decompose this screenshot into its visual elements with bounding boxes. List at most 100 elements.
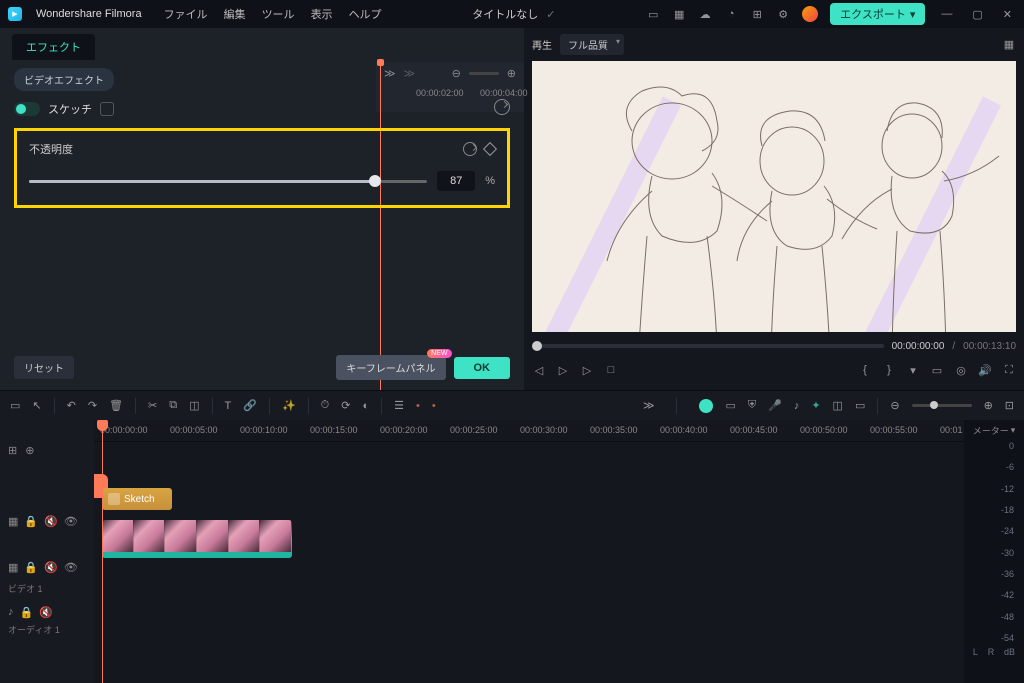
meter-label: メーター: [973, 424, 1009, 437]
cut-icon[interactable]: ✂: [148, 399, 157, 412]
saved-icon: ✓: [546, 8, 555, 21]
window-close[interactable]: ✕: [999, 8, 1016, 21]
export-button[interactable]: エクスポート▾: [830, 3, 925, 25]
quality-dropdown[interactable]: フル品質: [560, 34, 624, 55]
prev-frame-icon[interactable]: ◁: [532, 363, 546, 377]
effect-toggle[interactable]: [14, 102, 40, 116]
play-icon[interactable]: ▷: [556, 363, 570, 377]
menu-tools[interactable]: ツール: [262, 6, 295, 22]
undo-icon[interactable]: ↶: [67, 399, 76, 412]
fx-track-head[interactable]: ▦🔒🔇👁: [0, 498, 94, 544]
window-minimize[interactable]: —: [937, 8, 956, 20]
pointer-icon[interactable]: ↖: [32, 399, 41, 412]
project-title: タイトルなし: [472, 6, 538, 22]
opacity-highlight: 不透明度 87 %: [14, 128, 510, 208]
redo-icon[interactable]: ↷: [88, 399, 97, 412]
track-view2-icon[interactable]: ⊕: [25, 444, 34, 458]
keyframe-diamond-icon[interactable]: [483, 142, 497, 156]
dot1-icon[interactable]: •: [416, 400, 420, 412]
mic-icon[interactable]: 🎤: [768, 399, 782, 412]
audio-waveform[interactable]: [102, 552, 292, 558]
headphone-icon[interactable]: ◔: [724, 7, 738, 21]
effect-clip[interactable]: Sketch: [102, 488, 172, 510]
delete-icon[interactable]: 🗑: [109, 399, 123, 412]
zoom-slider[interactable]: [912, 404, 972, 407]
image-icon[interactable]: ▦: [672, 7, 686, 21]
snapshot2-icon[interactable]: ◎: [954, 363, 968, 377]
mini-ruler-t1: 00:00:02:00: [416, 88, 464, 98]
monitor2-icon[interactable]: ▭: [855, 399, 865, 412]
reset-button[interactable]: リセット: [14, 356, 74, 379]
total-time: 00:00:13:10: [963, 341, 1016, 352]
next-frame-icon[interactable]: ▷: [580, 363, 594, 377]
adjust-icon[interactable]: ☰: [394, 399, 404, 412]
menu-edit[interactable]: 編集: [224, 6, 246, 22]
current-time: 00:00:00:00: [892, 341, 945, 352]
opacity-reset-icon[interactable]: [463, 142, 477, 156]
keyframe-panel-button[interactable]: キーフレームパネル NEW: [336, 355, 445, 380]
video-clip[interactable]: [102, 520, 292, 554]
monitor-icon[interactable]: ▭: [646, 7, 660, 21]
zoom-in-icon[interactable]: ⊕: [984, 399, 993, 412]
speed-icon[interactable]: ⟳: [341, 399, 350, 412]
mini-zoom-in-icon[interactable]: ⊕: [507, 67, 516, 80]
opacity-slider[interactable]: [29, 180, 427, 183]
app-name: Wondershare Filmora: [36, 8, 142, 20]
snapshot-icon[interactable]: ▦: [1002, 38, 1016, 52]
timer-icon[interactable]: ⏱: [321, 399, 330, 412]
expand2-icon[interactable]: ≫: [643, 399, 655, 412]
avatar[interactable]: [802, 6, 818, 22]
chip-video-effects[interactable]: ビデオエフェクト: [14, 68, 114, 91]
shield-icon[interactable]: ⛨: [748, 399, 756, 412]
menu-view[interactable]: 表示: [311, 6, 333, 22]
stop-icon[interactable]: □: [604, 363, 618, 377]
cloud-icon[interactable]: ☁: [698, 7, 712, 21]
tab-effects[interactable]: エフェクト: [12, 34, 95, 60]
timeline-ruler[interactable]: 00:00:00:00 00:00:05:00 00:00:10:00 00:0…: [94, 420, 964, 442]
film-icon[interactable]: ▭: [725, 399, 735, 412]
timeline-tracks[interactable]: 00:00:00:00 00:00:05:00 00:00:10:00 00:0…: [94, 420, 964, 683]
ok-button[interactable]: OK: [454, 357, 511, 379]
apps-icon[interactable]: ⊞: [750, 7, 764, 21]
play-label: 再生: [532, 37, 552, 52]
zoom-fit-icon[interactable]: ⊡: [1005, 399, 1014, 412]
preview-sketch: [532, 61, 1016, 332]
text-icon[interactable]: T: [225, 400, 232, 412]
mark-out-icon[interactable]: }: [882, 363, 896, 377]
effect-name: スケッチ: [48, 101, 92, 117]
playhead[interactable]: [102, 420, 103, 683]
color-icon[interactable]: ◐: [362, 400, 369, 412]
audio-icon[interactable]: ♪: [794, 400, 800, 412]
window-maximize[interactable]: ▢: [968, 8, 986, 21]
opacity-value[interactable]: 87: [437, 171, 475, 191]
opacity-unit: %: [485, 175, 495, 187]
effect-preset-icon[interactable]: [100, 102, 114, 116]
crop-icon[interactable]: ⧉: [169, 399, 177, 412]
effect-reset-icon[interactable]: [494, 99, 510, 115]
menu-help[interactable]: ヘルプ: [349, 6, 382, 22]
audio-track-label: オーディオ 1: [0, 623, 94, 636]
wand-icon[interactable]: ✨: [282, 399, 296, 412]
crop2-icon[interactable]: ◫: [189, 399, 199, 412]
volume-icon[interactable]: 🔊: [978, 363, 992, 377]
track-view1-icon[interactable]: ⊞: [8, 444, 17, 458]
mini-expand-icon[interactable]: ≫: [404, 67, 416, 80]
link-icon[interactable]: 🔗: [243, 399, 257, 412]
display-icon[interactable]: ▭: [930, 363, 944, 377]
mark-in-icon[interactable]: {: [858, 363, 872, 377]
preview-scrubber[interactable]: [532, 344, 884, 348]
settings-icon[interactable]: ⚙: [776, 7, 790, 21]
fullscreen-icon[interactable]: ⛶: [1002, 363, 1016, 377]
chevron-down-icon[interactable]: ▾: [906, 363, 920, 377]
clip-icon[interactable]: ▭: [10, 399, 20, 412]
dot2-icon[interactable]: •: [432, 400, 436, 412]
menu-file[interactable]: ファイル: [164, 6, 208, 22]
grid-icon[interactable]: ◫: [833, 399, 843, 412]
mini-collapse-icon[interactable]: ≫: [384, 67, 396, 80]
marker-icon[interactable]: ✦: [811, 399, 820, 412]
mini-zoom-slider[interactable]: [469, 72, 499, 75]
mini-zoom-out-icon[interactable]: ⊖: [452, 67, 461, 80]
zoom-out-icon[interactable]: ⊖: [890, 399, 899, 412]
preview-viewport[interactable]: [532, 61, 1016, 332]
ai-icon[interactable]: [699, 399, 713, 413]
